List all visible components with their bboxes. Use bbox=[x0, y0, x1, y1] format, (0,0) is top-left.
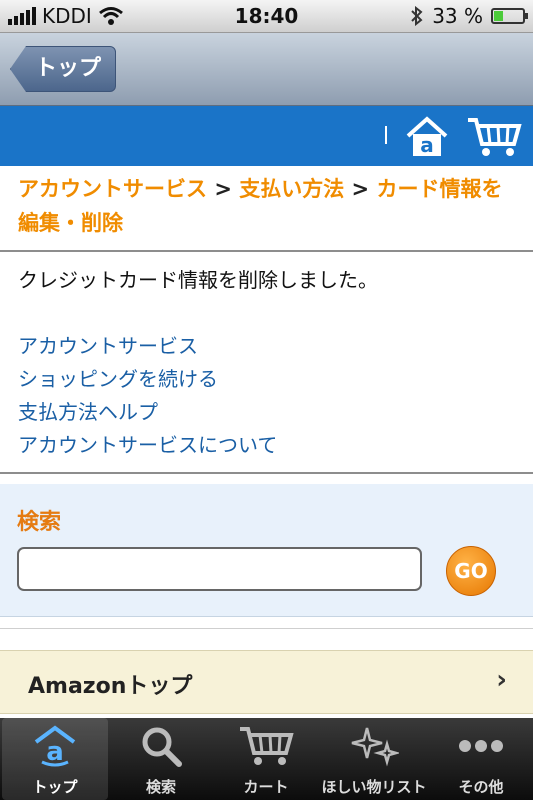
svg-text:a: a bbox=[420, 133, 434, 157]
tab-cart[interactable]: カート bbox=[213, 718, 319, 800]
tab-wishlist[interactable]: ほしい物リスト bbox=[319, 718, 429, 800]
status-message: クレジットカード情報を削除しました。 bbox=[18, 268, 378, 292]
tab-label: その他 bbox=[458, 778, 504, 796]
search-title: 検索 bbox=[17, 510, 62, 535]
breadcrumb: アカウントサービス > 支払い方法 > カード情報を編集・削除 bbox=[18, 172, 523, 240]
amazon-header: a bbox=[0, 106, 533, 166]
amazon-home-icon[interactable]: a bbox=[405, 116, 449, 158]
tab-more[interactable]: その他 bbox=[428, 718, 533, 800]
svg-text:a: a bbox=[46, 737, 64, 767]
amazon-top-label: Amazonトップ bbox=[28, 674, 193, 699]
battery-percent: 33 % bbox=[432, 4, 483, 28]
amazon-top-row[interactable]: Amazonトップ › bbox=[0, 650, 533, 714]
cart-icon bbox=[240, 727, 294, 765]
breadcrumb-separator: > bbox=[351, 177, 370, 201]
search-icon bbox=[142, 727, 182, 767]
tab-label: トップ bbox=[32, 778, 78, 796]
battery-icon bbox=[491, 8, 528, 24]
back-button[interactable]: トップ bbox=[10, 46, 117, 92]
cart-icon[interactable] bbox=[466, 116, 522, 158]
tab-label: カート bbox=[243, 778, 289, 796]
status-right: 33 % bbox=[410, 4, 528, 28]
link-about-account-service[interactable]: アカウントサービスについて bbox=[18, 429, 277, 462]
link-payment-help[interactable]: 支払方法ヘルプ bbox=[18, 396, 277, 429]
divider bbox=[0, 472, 533, 474]
breadcrumb-separator: > bbox=[214, 177, 232, 201]
breadcrumb-account-service[interactable]: アカウントサービス bbox=[18, 177, 207, 201]
link-account-service[interactable]: アカウントサービス bbox=[18, 330, 277, 363]
divider bbox=[0, 628, 533, 629]
tab-top[interactable]: a トップ bbox=[2, 718, 108, 800]
search-section: 検索 GO bbox=[0, 484, 533, 617]
link-list: アカウントサービス ショッピングを続ける 支払方法ヘルプ アカウントサービスにつ… bbox=[18, 330, 277, 462]
divider bbox=[0, 250, 533, 252]
link-continue-shopping[interactable]: ショッピングを続ける bbox=[18, 363, 277, 396]
go-button[interactable]: GO bbox=[446, 546, 496, 596]
amazon-home-icon: a bbox=[34, 725, 76, 767]
more-icon bbox=[459, 740, 503, 752]
wishlist-sparkle-icon bbox=[351, 727, 399, 767]
header-divider bbox=[385, 126, 387, 144]
bluetooth-icon bbox=[411, 6, 423, 26]
status-bar: KDDI 18:40 33 % bbox=[0, 0, 533, 33]
chevron-right-icon: › bbox=[496, 665, 507, 695]
tab-bar: a トップ 検索 カート ほしい物リスト その他 bbox=[0, 718, 533, 800]
tab-label: ほしい物リスト bbox=[321, 778, 427, 796]
breadcrumb-payment-method[interactable]: 支払い方法 bbox=[239, 177, 344, 201]
tab-search[interactable]: 検索 bbox=[108, 718, 214, 800]
tab-label: 検索 bbox=[145, 778, 176, 796]
navigation-bar: トップ bbox=[0, 33, 533, 106]
search-input[interactable] bbox=[17, 547, 422, 591]
